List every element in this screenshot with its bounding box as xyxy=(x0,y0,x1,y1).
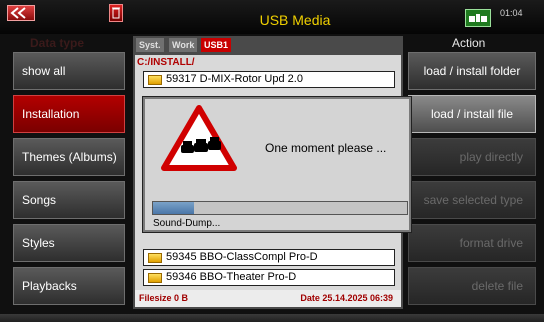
data-type-header: Data type xyxy=(30,36,85,50)
tab-work[interactable]: Work xyxy=(169,38,198,52)
datatype-styles-button[interactable]: Styles xyxy=(13,224,125,262)
format-drive-button[interactable]: format drive xyxy=(408,224,536,262)
file-item[interactable]: 59346 BBO-Theater Pro-D xyxy=(143,269,395,286)
dialog-status: Sound-Dump... xyxy=(153,218,221,229)
double-chevron-left-icon xyxy=(10,7,26,19)
datatype-songs-button[interactable]: Songs xyxy=(13,181,125,219)
play-directly-button[interactable]: play directly xyxy=(408,138,536,176)
folder-icon xyxy=(148,273,162,283)
file-name: 59346 BBO-Theater Pro-D xyxy=(166,271,297,283)
dialog-message: One moment please ... xyxy=(265,141,387,155)
folder-icon xyxy=(148,253,162,263)
file-name: 59317 D-MIX-Rotor Upd 2.0 xyxy=(166,73,303,85)
bottom-strip xyxy=(0,314,544,322)
progress-fill xyxy=(153,202,194,214)
action-header: Action xyxy=(452,36,486,50)
datatype-installation-button[interactable]: Installation xyxy=(13,95,125,133)
current-path: C:/INSTALL/ xyxy=(137,57,195,68)
trash-button[interactable] xyxy=(109,4,123,22)
datatype-playbacks-button[interactable]: Playbacks xyxy=(13,267,125,305)
load-install-file-button[interactable]: load / install file xyxy=(408,95,536,133)
tab-usb1[interactable]: USB1 xyxy=(201,38,232,52)
datatype-themes-button[interactable]: Themes (Albums) xyxy=(13,138,125,176)
back-button[interactable] xyxy=(7,5,35,21)
save-selected-type-button[interactable]: save selected type xyxy=(408,181,536,219)
page-title: USB Media xyxy=(259,12,331,28)
datatype-show-all-button[interactable]: show all xyxy=(13,52,125,90)
trash-icon xyxy=(112,7,120,19)
traffic-jam-warning-icon xyxy=(161,105,237,171)
file-item[interactable]: 59345 BBO-ClassCompl Pro-D xyxy=(143,249,395,266)
tab-syst[interactable]: Syst. xyxy=(136,38,164,52)
load-install-folder-button[interactable]: load / install folder xyxy=(408,52,536,90)
date-text: Date 25.14.2025 06:39 xyxy=(300,293,393,303)
title-bar: USB Media 01:04 xyxy=(0,0,544,34)
progress-dialog: One moment please ... Sound-Dump... xyxy=(143,97,411,232)
delete-file-button[interactable]: delete file xyxy=(408,267,536,305)
file-name: 59345 BBO-ClassCompl Pro-D xyxy=(166,251,318,263)
usb-symbol-icon xyxy=(469,14,487,22)
usb-device-icon xyxy=(465,9,491,27)
progress-bar xyxy=(152,201,408,215)
clock-text: 01:04 xyxy=(500,8,523,18)
file-item[interactable]: 59317 D-MIX-Rotor Upd 2.0 xyxy=(143,71,395,88)
file-info-footer: Filesize 0 B Date 25.14.2025 06:39 xyxy=(135,290,401,307)
folder-icon xyxy=(148,75,162,85)
filesize-text: Filesize 0 B xyxy=(139,293,189,303)
